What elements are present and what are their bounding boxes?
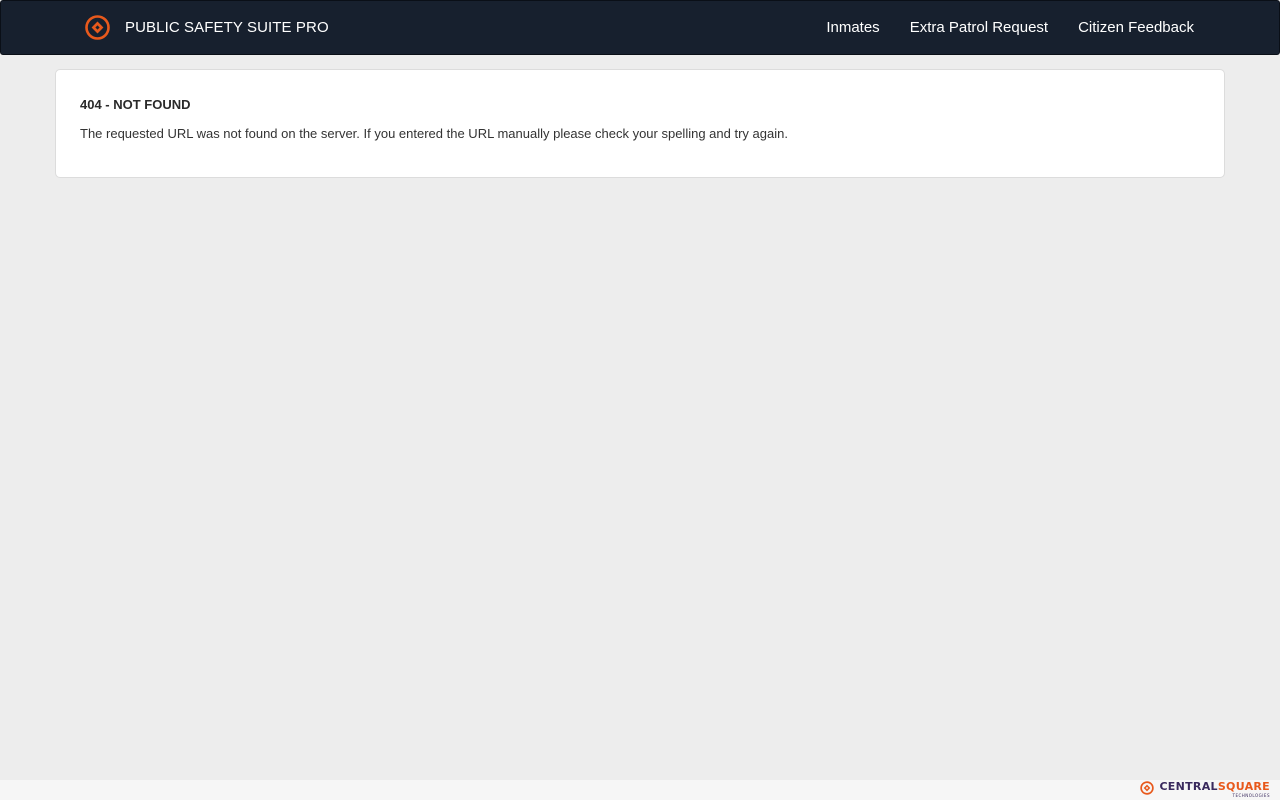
brand-title: PUBLIC SAFETY SUITE PRO <box>125 19 329 36</box>
footer-brand: CENTRALSQUARE TECHNOLOGIES <box>1140 781 1270 798</box>
nav-link-inmates[interactable]: Inmates <box>826 19 879 36</box>
error-message: The requested URL was not found on the s… <box>80 126 788 141</box>
footer-brand-name-part2: SQUARE <box>1217 780 1270 793</box>
footer-brand-name: CENTRALSQUARE <box>1159 781 1270 793</box>
nav-links: Inmates Extra Patrol Request Citizen Fee… <box>826 1 1194 54</box>
footer-brand-sub: TECHNOLOGIES <box>1232 793 1270 798</box>
error-card: 404 - NOT FOUND The requested URL was no… <box>55 69 1225 178</box>
nav-link-citizen-feedback[interactable]: Citizen Feedback <box>1078 19 1194 36</box>
brand-home-link[interactable]: PUBLIC SAFETY SUITE PRO <box>85 15 329 40</box>
footer-bar: CENTRALSQUARE TECHNOLOGIES <box>0 780 1280 800</box>
footer-brand-text: CENTRALSQUARE TECHNOLOGIES <box>1159 781 1270 799</box>
centralsquare-logo-icon <box>85 15 110 40</box>
top-navbar: PUBLIC SAFETY SUITE PRO Inmates Extra Pa… <box>0 0 1280 55</box>
footer-brand-name-part1: CENTRAL <box>1159 780 1218 793</box>
nav-link-extra-patrol-request[interactable]: Extra Patrol Request <box>910 19 1048 36</box>
centralsquare-logo-icon <box>1140 781 1155 795</box>
error-title: 404 - NOT FOUND <box>80 97 191 112</box>
